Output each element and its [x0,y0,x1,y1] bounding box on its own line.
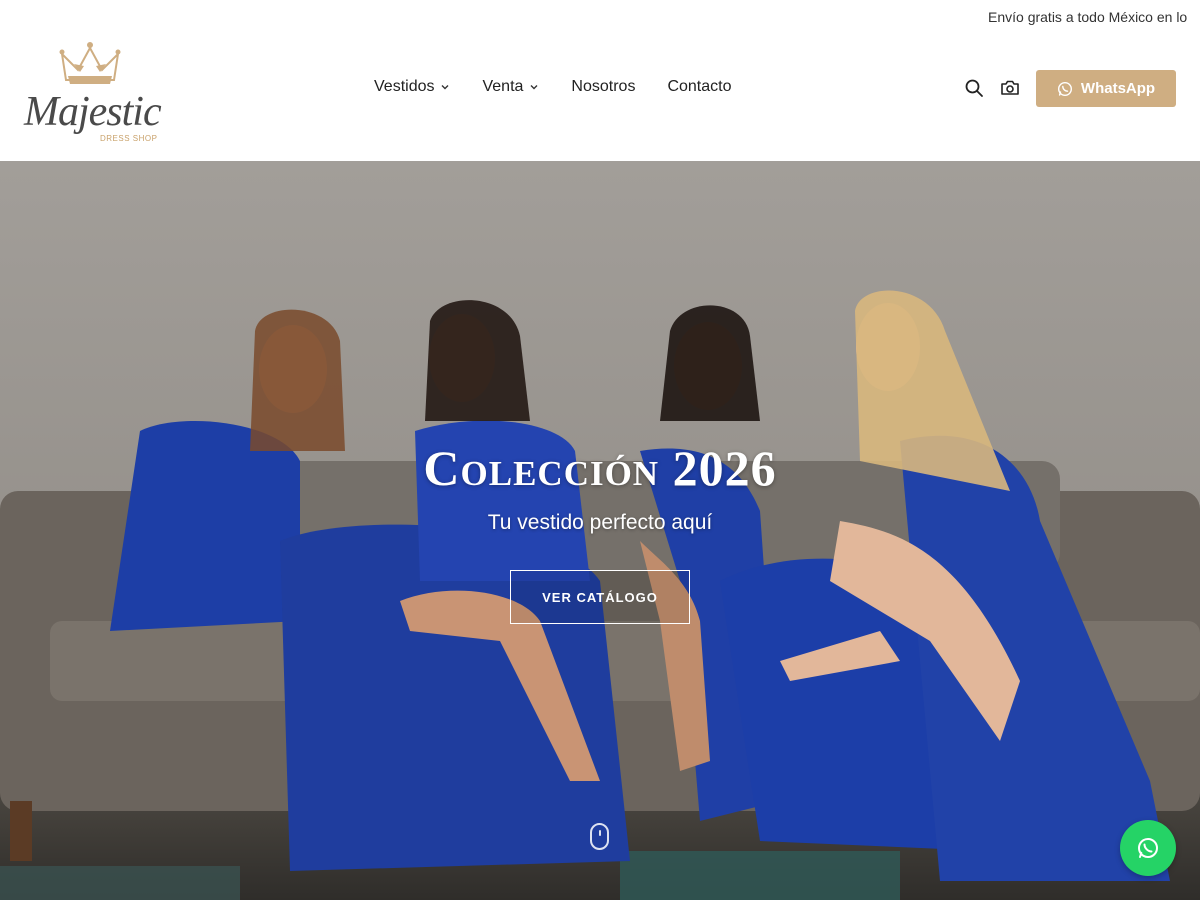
chevron-down-icon [530,85,538,90]
whatsapp-icon [1057,81,1072,96]
nav-item-label: Nosotros [571,78,636,95]
whatsapp-icon [1138,838,1158,858]
camera-icon[interactable] [1000,78,1020,98]
hero-subtitle: Tu vestido perfecto aquí [487,511,713,534]
chevron-down-icon [441,85,449,90]
nav-item-venta[interactable]: Venta [482,78,539,96]
announcement-text: Envío gratis a todo México en lo [988,9,1188,25]
site-header: Majestic DRESS SHOP Vestidos Venta Nosot… [0,34,1200,161]
nav-item-label: Vestidos [374,78,435,95]
nav-item-contacto[interactable]: Contacto [667,78,731,96]
nav-item-label: Venta [482,78,524,95]
floating-whatsapp-button[interactable] [1120,820,1176,876]
announcement-bar: Envío gratis a todo México en lo [0,0,1200,34]
scroll-down-icon[interactable] [590,823,609,850]
view-catalog-button[interactable]: VER CATÁLOGO [510,570,690,624]
header-icons [964,78,1020,98]
main-nav: Vestidos Venta Nosotros Contacto [374,78,732,96]
logo-tagline: DRESS SHOP [100,134,158,143]
nav-item-nosotros[interactable]: Nosotros [571,78,635,96]
whatsapp-button[interactable]: WhatsApp [1036,70,1176,107]
whatsapp-button-label: WhatsApp [1080,80,1156,97]
logo-wordmark: Majestic [24,89,162,135]
search-icon[interactable] [964,78,984,98]
nav-item-vestidos[interactable]: Vestidos [374,78,450,96]
crown-icon [59,42,121,84]
nav-item-label: Contacto [667,78,732,95]
hero-banner: Colección 2026 Tu vestido perfecto aquí … [0,161,1200,900]
hero-title: Colección 2026 [423,440,777,496]
logo[interactable]: Majestic DRESS SHOP [22,36,172,144]
